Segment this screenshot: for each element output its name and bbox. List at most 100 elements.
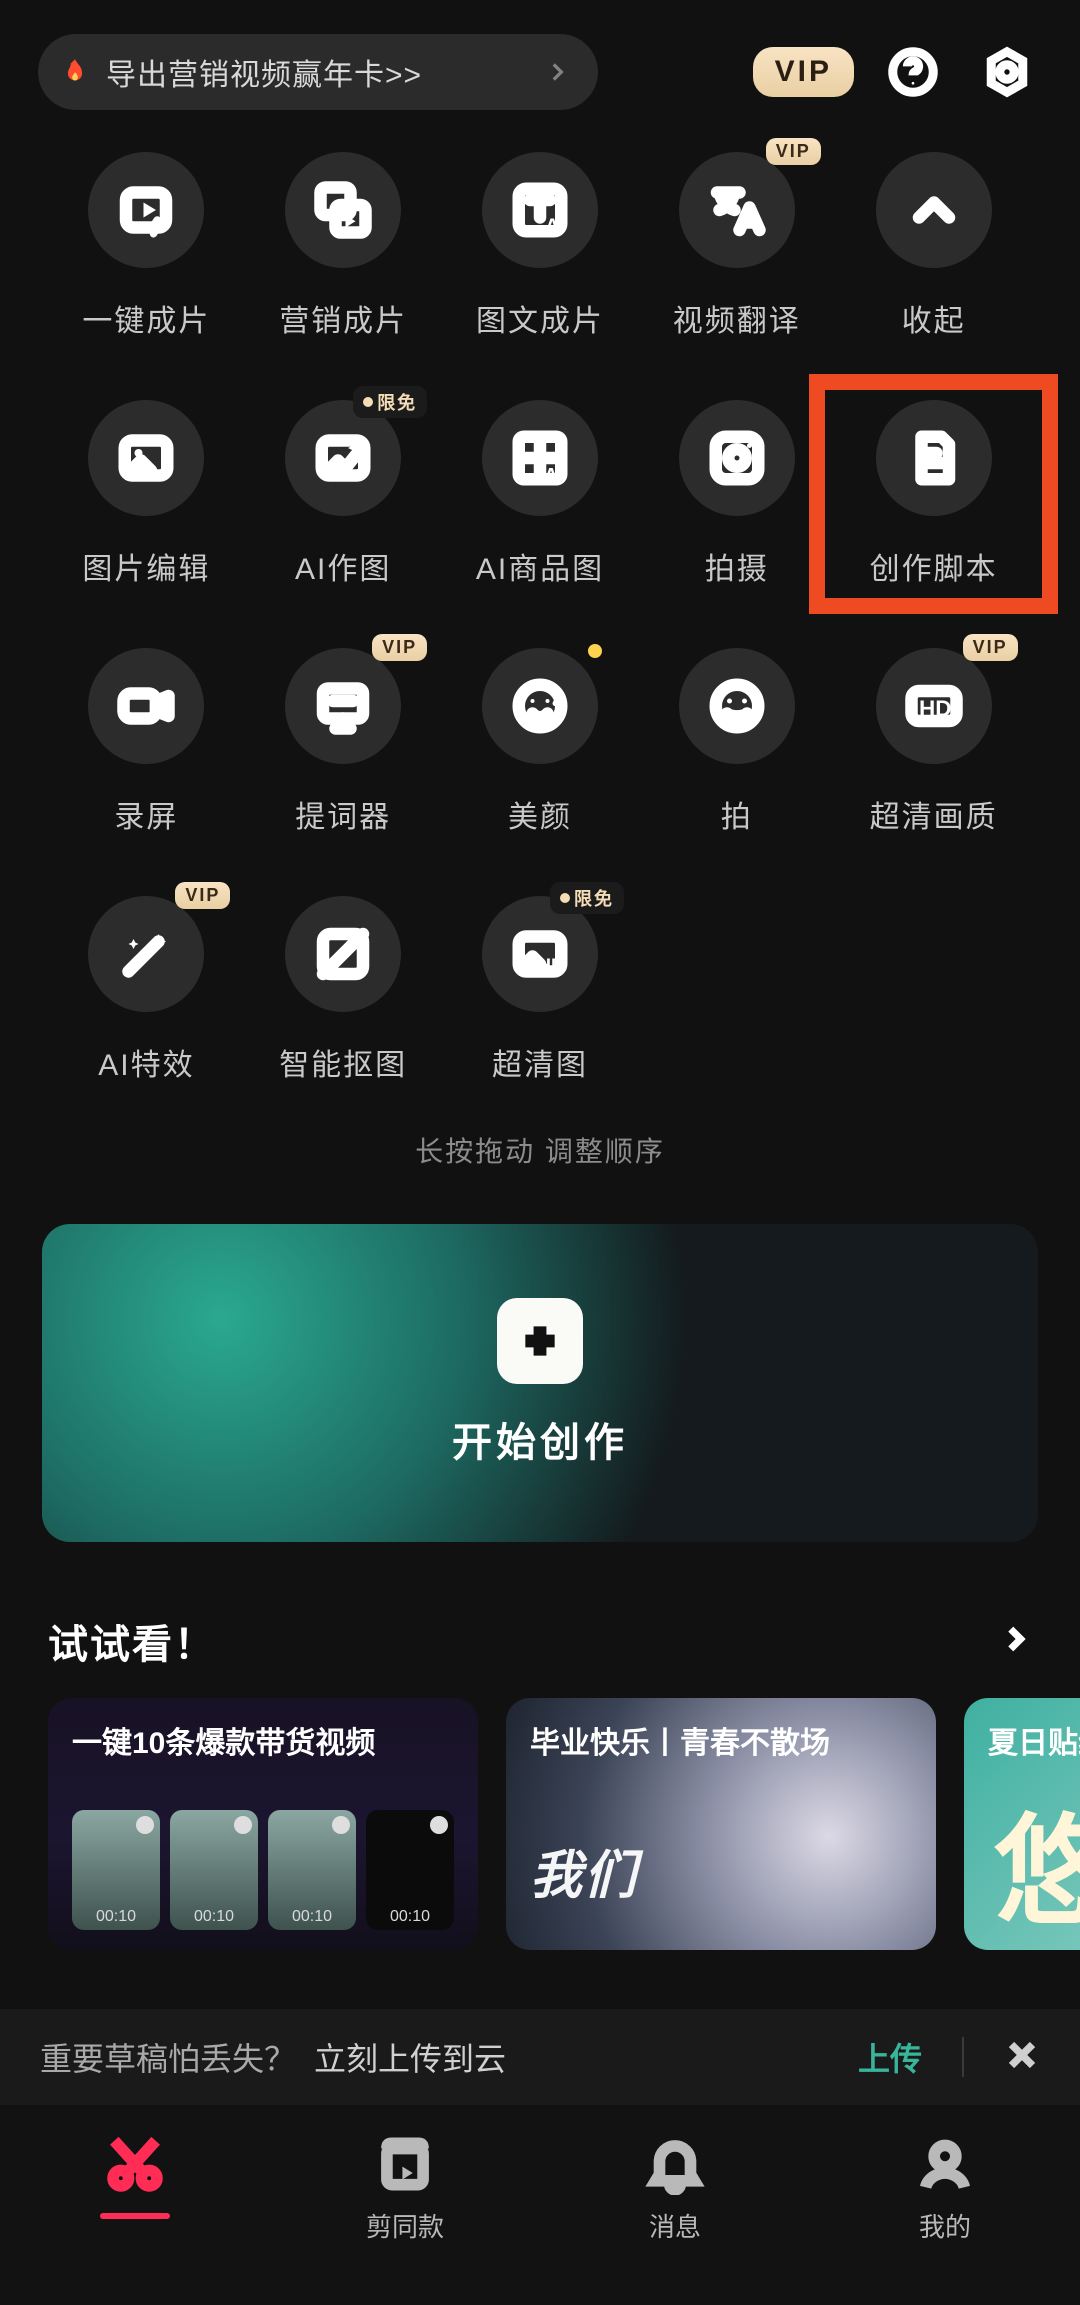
face-icon-bubble[interactable] xyxy=(482,648,598,764)
separator xyxy=(962,2037,964,2077)
face-icon xyxy=(510,676,570,736)
tool-text-to-video[interactable]: 图文成片 xyxy=(442,152,639,340)
tool-script[interactable]: 创作脚本 xyxy=(835,400,1032,588)
template-icon xyxy=(374,2133,436,2195)
tool-label: 提词器 xyxy=(295,792,391,836)
doc-icon-bubble[interactable] xyxy=(876,400,992,516)
tool-one-click-video[interactable]: 一键成片 xyxy=(48,152,245,340)
nav-messages[interactable]: 消息 xyxy=(575,2133,775,2244)
hd-icon-bubble[interactable]: VIP xyxy=(876,648,992,764)
t-ai-icon xyxy=(510,180,570,240)
tool-snap[interactable]: 拍 xyxy=(638,648,835,836)
sort-hint: 长按拖动 调整顺序 xyxy=(0,1130,1080,1170)
tool-label: 收起 xyxy=(902,296,966,340)
tool-ai-draw[interactable]: 限免 AI作图 xyxy=(245,400,442,588)
draft-question: 重要草稿怕丢失？ xyxy=(40,2034,296,2080)
try-card-graduation[interactable]: 毕业快乐丨青春不散场 我们 xyxy=(506,1698,936,1950)
tool-smart-cutout[interactable]: 智能抠图 xyxy=(245,896,442,1084)
tool-label: AI作图 xyxy=(295,544,391,588)
promo-pill[interactable]: 导出营销视频赢年卡>> xyxy=(38,34,598,110)
translate-icon xyxy=(707,180,767,240)
triangle-icon-bubble[interactable] xyxy=(285,896,401,1012)
help-icon xyxy=(886,45,940,99)
start-create-card[interactable]: 开始创作 xyxy=(42,1224,1038,1542)
card-caption: 毕业快乐丨青春不散场 xyxy=(530,1718,912,1762)
tool-label: 图文成片 xyxy=(476,296,604,340)
video-cam-icon-bubble[interactable] xyxy=(88,648,204,764)
card-glyph: 悠 xyxy=(994,1774,1080,1948)
promo-text: 导出营销视频赢年卡>> xyxy=(106,50,544,94)
help-button[interactable] xyxy=(878,37,948,107)
flame-icon xyxy=(58,55,92,89)
nav-same-style[interactable]: 剪同款 xyxy=(305,2133,505,2244)
draft-banner: 重要草稿怕丢失？ 立刻上传到云 上传 xyxy=(0,2009,1080,2105)
tool-beauty[interactable]: 美颜 xyxy=(442,648,639,836)
tool-marketing-video[interactable]: 营销成片 xyxy=(245,152,442,340)
image-hd-icon-bubble[interactable]: 限免 xyxy=(482,896,598,1012)
translate-icon-bubble[interactable]: VIP xyxy=(679,152,795,268)
chevron-up-icon-bubble[interactable] xyxy=(876,152,992,268)
monitor-icon-bubble[interactable]: VIP xyxy=(285,648,401,764)
play-bolt-icon-bubble[interactable] xyxy=(88,152,204,268)
image-edit-icon xyxy=(116,428,176,488)
copy-play-icon-bubble[interactable] xyxy=(285,152,401,268)
tool-label: 一键成片 xyxy=(82,296,210,340)
smiley-icon-bubble[interactable] xyxy=(679,648,795,764)
card-caption: 夏日贴纸 xyxy=(988,1718,1080,1762)
triangle-icon xyxy=(313,924,373,984)
try-card-promo-10[interactable]: 一键10条爆款带货视频 00:10 00:10 00:10 00:10 xyxy=(48,1698,478,1950)
tool-label: 超清图 xyxy=(492,1040,588,1084)
hd-icon xyxy=(904,676,964,736)
wand-icon-bubble[interactable]: VIP xyxy=(88,896,204,1012)
image-edit-icon-bubble[interactable] xyxy=(88,400,204,516)
banner-close-button[interactable] xyxy=(1004,2037,1040,2078)
tool-shoot[interactable]: 拍摄 xyxy=(638,400,835,588)
chevron-right-icon xyxy=(544,59,570,85)
tool-hd-quality[interactable]: VIP 超清画质 xyxy=(835,648,1032,836)
tool-teleprompter[interactable]: VIP 提词器 xyxy=(245,648,442,836)
nav-edit[interactable] xyxy=(35,2133,235,2219)
tool-image-edit[interactable]: 图片编辑 xyxy=(48,400,245,588)
grid-ai-icon-bubble[interactable] xyxy=(482,400,598,516)
nav-profile[interactable]: 我的 xyxy=(845,2133,1045,2244)
chevron-up-icon xyxy=(904,180,964,240)
tool-hd-image[interactable]: 限免超清图 xyxy=(442,896,639,1084)
nav-label: 我的 xyxy=(919,2207,971,2244)
image-hd-icon xyxy=(510,924,570,984)
tool-screen-record[interactable]: 录屏 xyxy=(48,648,245,836)
camera-icon xyxy=(707,428,767,488)
tool-label: 超清画质 xyxy=(870,792,998,836)
t-ai-icon-bubble[interactable] xyxy=(482,152,598,268)
camera-icon-bubble[interactable] xyxy=(679,400,795,516)
gear-icon xyxy=(980,45,1034,99)
copy-play-icon xyxy=(313,180,373,240)
tool-label: 美颜 xyxy=(508,792,572,836)
tool-label: 营销成片 xyxy=(279,296,407,340)
settings-button[interactable] xyxy=(972,37,1042,107)
try-card-summer[interactable]: 夏日贴纸 悠 xyxy=(964,1698,1080,1950)
tool-label: AI商品图 xyxy=(476,544,604,588)
tool-label: 拍摄 xyxy=(705,544,769,588)
card-caption: 一键10条爆款带货视频 xyxy=(72,1718,454,1762)
bell-icon xyxy=(644,2133,706,2195)
play-bolt-icon xyxy=(116,180,176,240)
tool-collapse[interactable]: 收起 xyxy=(835,152,1032,340)
start-create-label: 开始创作 xyxy=(452,1410,628,1468)
plus-icon xyxy=(518,1319,562,1363)
tool-ai-fx[interactable]: VIPAI特效 xyxy=(48,896,245,1084)
tool-label: 录屏 xyxy=(114,792,178,836)
tool-label: 创作脚本 xyxy=(870,544,998,588)
wand-icon xyxy=(116,924,176,984)
tool-label: 视频翻译 xyxy=(673,296,801,340)
image-spark-icon-bubble[interactable]: 限免 xyxy=(285,400,401,516)
try-title: 试试看！ xyxy=(48,1612,216,1670)
card-watermark: 我们 xyxy=(530,1833,638,1908)
upload-button[interactable]: 上传 xyxy=(858,2034,922,2080)
plus-button[interactable] xyxy=(497,1298,583,1384)
tool-video-translate[interactable]: VIP 视频翻译 xyxy=(638,152,835,340)
monitor-icon xyxy=(313,676,373,736)
vip-badge[interactable]: VIP xyxy=(753,47,854,97)
try-more-button[interactable] xyxy=(998,1622,1032,1661)
tool-ai-product[interactable]: AI商品图 xyxy=(442,400,639,588)
tool-label: 智能抠图 xyxy=(279,1040,407,1084)
